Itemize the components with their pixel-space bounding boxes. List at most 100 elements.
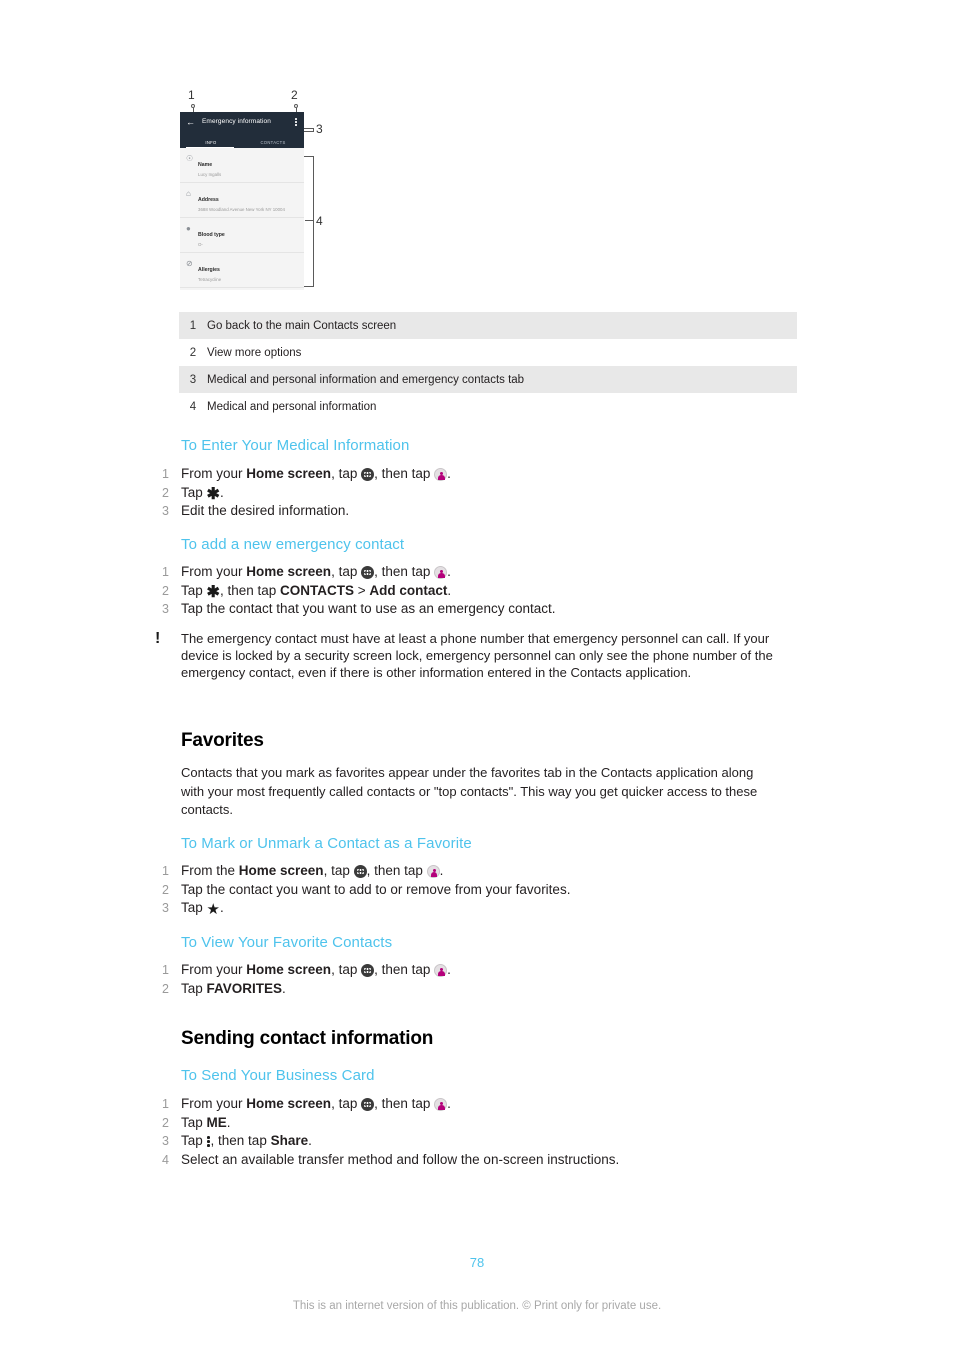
callout-number-2: 2 <box>291 88 298 102</box>
phone-app-bar: ← Emergency information <box>180 112 304 134</box>
step-text-a: From your <box>181 466 247 481</box>
app-drawer-icon <box>353 865 367 878</box>
step-text-d: > <box>353 582 370 598</box>
step-item: 2 Tap FAVORITES. <box>155 980 855 999</box>
app-drawer-icon <box>361 566 375 579</box>
step-item: 3 Edit the desired information. <box>155 502 855 521</box>
list-item[interactable]: ● Blood type O- <box>180 218 304 253</box>
star-icon: ★ <box>206 901 220 918</box>
heading-add-emergency-contact: To add a new emergency contact <box>181 536 405 553</box>
legend-description: Go back to the main Contacts screen <box>207 319 397 332</box>
step-bold-home-screen: Home screen <box>246 1096 332 1111</box>
list-item[interactable]: ⌂ Address 3688 Woodland Avenue New York … <box>180 183 304 218</box>
step-text-d: , then tap <box>374 962 435 977</box>
legend-number: 4 <box>189 400 197 413</box>
list-item-label: Blood type <box>198 231 225 238</box>
step-text-b: , then tap <box>210 1133 271 1148</box>
step-text: Tap the contact you want to add to or re… <box>181 881 571 897</box>
step-number: 1 <box>162 864 169 878</box>
step-text-a: From your <box>181 564 247 579</box>
step-number: 2 <box>162 583 169 598</box>
step-number: 2 <box>162 981 169 996</box>
step-text: Edit the desired information. <box>181 503 350 518</box>
step-bold-me: ME <box>206 1114 227 1130</box>
back-arrow-icon[interactable]: ← <box>186 118 195 127</box>
page-number: 78 <box>469 1255 485 1270</box>
overflow-menu-icon[interactable] <box>295 118 297 128</box>
list-item-value: Tetracycline <box>198 276 222 282</box>
step-number: 1 <box>162 467 169 481</box>
contacts-app-icon <box>434 468 448 481</box>
legend-number: 3 <box>189 373 197 386</box>
steps-send-business-card: 1 From your Home screen, tap , then tap .… <box>155 1095 855 1169</box>
note-block: ! The emergency contact must have at lea… <box>155 630 786 681</box>
step-text-d: , then tap <box>374 1096 435 1111</box>
step-item: 1 From your Home screen, tap , then tap . <box>155 1095 855 1114</box>
legend-description: View more options <box>207 346 302 359</box>
step-text-d: . <box>308 1133 312 1148</box>
app-drawer-icon <box>361 1098 375 1111</box>
step-text-a: Tap <box>181 484 207 500</box>
exclamation-icon: ! <box>155 630 161 647</box>
list-item[interactable]: ▯ Medications Warain <box>180 288 304 290</box>
step-item: 4 Select an available transfer method and… <box>155 1151 855 1170</box>
step-text-c: , tap <box>331 962 362 977</box>
figure-legend-table: 1 Go back to the main Contacts screen 2 … <box>179 312 797 420</box>
contacts-app-icon <box>426 865 440 878</box>
step-item: 1 From your Home screen, tap , then tap . <box>155 563 855 582</box>
step-number: 3 <box>162 602 169 616</box>
list-item[interactable]: ⊘ Allergies Tetracycline <box>180 253 304 288</box>
list-item[interactable]: ☉ Name Lucy Ingalls <box>180 148 304 183</box>
heading-enter-medical-info: To Enter Your Medical Information <box>181 437 410 454</box>
step-text: Tap the contact that you want to use as … <box>181 601 556 616</box>
callout-leader-4c <box>313 156 314 286</box>
step-number: 4 <box>162 1152 169 1167</box>
step-text-c: , tap <box>331 466 362 481</box>
blood-drop-icon: ● <box>186 223 191 233</box>
footer-notice: This is an internet version of this publ… <box>292 1300 662 1312</box>
step-text-d: , then tap <box>366 863 427 878</box>
asterisk-icon: ✱ <box>206 485 220 503</box>
step-text-d: , then tap <box>374 466 435 481</box>
step-item: 3 Tap ★. <box>155 899 855 918</box>
list-item-value: Lucy Ingalls <box>198 171 222 177</box>
list-item-label: Allergies <box>198 266 220 273</box>
contacts-app-icon <box>434 1098 448 1111</box>
legend-description: Medical and personal information and eme… <box>207 373 525 386</box>
step-text: Select an available transfer method and … <box>181 1151 620 1167</box>
step-text-a: Tap <box>181 980 207 996</box>
list-item-value: 3688 Woodland Avenue New York NY 10004 <box>198 206 285 212</box>
contacts-app-icon <box>434 964 448 977</box>
phone-tab-contacts[interactable]: CONTACTS <box>242 134 304 148</box>
step-text-f: . <box>447 582 452 598</box>
step-bold-home-screen: Home screen <box>238 863 324 878</box>
step-text-a: Tap <box>181 1133 207 1148</box>
step-item: 2 Tap ✱. <box>155 484 855 503</box>
callout-number-4: 4 <box>316 214 323 228</box>
table-row: 2 View more options <box>179 339 797 366</box>
step-text-e: . <box>447 962 451 977</box>
heading-favorites: Favorites <box>181 730 264 751</box>
step-text-b: , then tap <box>219 582 280 598</box>
steps-enter-medical-info: 1 From your Home screen, tap , then tap .… <box>155 465 855 521</box>
step-text-a: Tap <box>181 900 207 915</box>
step-item: 1 From your Home screen, tap , then tap . <box>155 465 855 484</box>
favorites-paragraph: Contacts that you mark as favorites appe… <box>181 765 758 817</box>
step-bold-contacts: CONTACTS <box>279 582 354 598</box>
step-bold-home-screen: Home screen <box>246 564 332 579</box>
asterisk-icon: ✱ <box>206 583 220 601</box>
legend-number: 2 <box>189 346 197 359</box>
heading-send-business-card: To Send Your Business Card <box>181 1067 375 1084</box>
heading-sending-contact-information: Sending contact information <box>181 1028 434 1049</box>
step-bold-home-screen: Home screen <box>246 466 332 481</box>
step-number: 1 <box>162 963 169 977</box>
step-text-e: . <box>447 466 451 481</box>
step-number: 1 <box>162 565 169 579</box>
step-number: 3 <box>162 901 169 915</box>
callout-number-1: 1 <box>188 88 195 102</box>
step-text-c: . <box>226 1114 231 1130</box>
heading-mark-favorite: To Mark or Unmark a Contact as a Favorit… <box>181 835 472 852</box>
callout-leader-4d <box>305 220 314 221</box>
step-item: 3 Tap , then tap Share. <box>155 1132 855 1151</box>
step-bold-favorites: FAVORITES <box>206 980 283 996</box>
